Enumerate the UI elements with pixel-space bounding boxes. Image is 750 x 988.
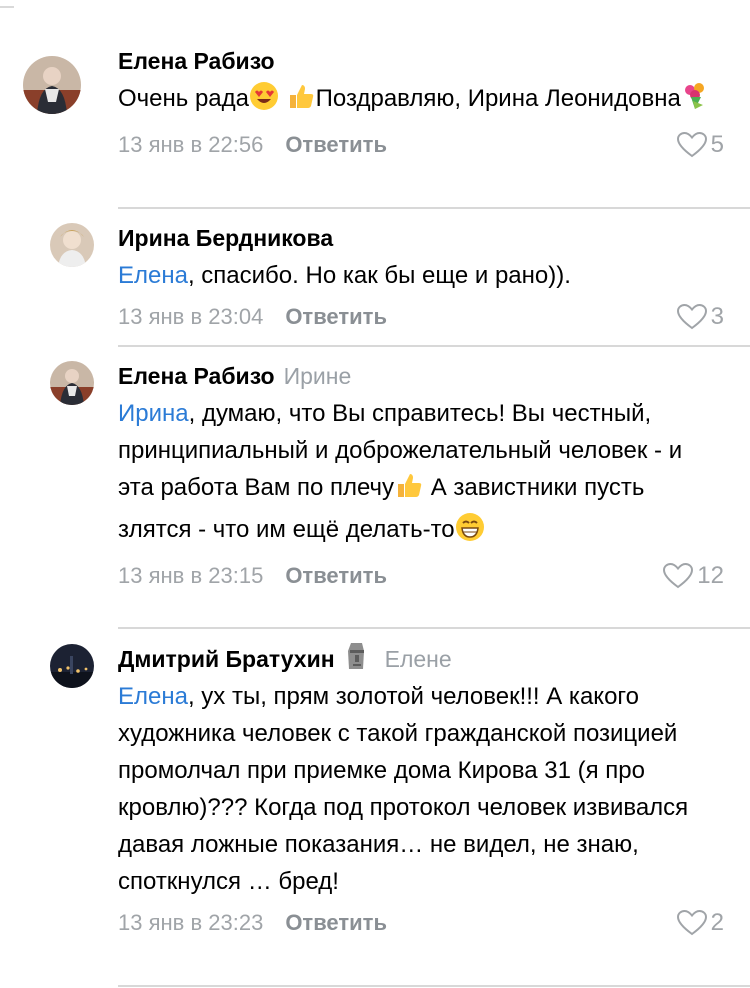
- comment-text: Ирина, думаю, что Вы справитесь! Вы чест…: [118, 395, 724, 553]
- reply-button[interactable]: Ответить: [285, 910, 387, 935]
- comment-divider: [118, 207, 750, 209]
- like-count: 3: [710, 303, 724, 330]
- grinning-face-icon: [455, 512, 485, 553]
- comment-divider: [118, 345, 750, 347]
- comment-meta: 13 янв в 23:15 Ответить 12: [118, 561, 724, 591]
- heart-icon: [676, 304, 707, 330]
- reply-button[interactable]: Ответить: [285, 563, 387, 588]
- mention-link[interactable]: Ирина: [118, 400, 189, 427]
- comment-text: Елена, спасибо. Но как бы еще и рано)).: [118, 262, 571, 289]
- comment-divider: [118, 985, 750, 987]
- like-count: 2: [710, 909, 724, 936]
- reply-to-label[interactable]: Елене: [385, 644, 452, 674]
- top-divider-stub: [0, 0, 14, 8]
- heart-icon: [676, 910, 707, 936]
- thumbs-up-icon: [394, 470, 424, 511]
- comment-author[interactable]: Ирина Бердникова: [118, 223, 724, 253]
- reply-button[interactable]: Ответить: [285, 304, 387, 329]
- like-button[interactable]: 3: [676, 302, 724, 332]
- comment-author[interactable]: Елена Рабизо Ирине: [118, 361, 724, 391]
- avatar[interactable]: [23, 56, 81, 114]
- comment-divider: [118, 627, 750, 629]
- mention-link[interactable]: Елена: [118, 262, 188, 289]
- mention-link[interactable]: Елена: [118, 683, 188, 710]
- like-button[interactable]: 12: [663, 561, 724, 591]
- reply-to-label[interactable]: Ирине: [284, 361, 352, 391]
- heart-icon: [676, 132, 707, 158]
- thumbs-up-icon: [286, 81, 316, 122]
- comment-meta: 13 янв в 23:23 Ответить 2: [118, 908, 724, 938]
- heart-eyes-face-icon: [249, 81, 279, 122]
- avatar[interactable]: [50, 644, 94, 688]
- reply-button[interactable]: Ответить: [285, 132, 387, 157]
- like-button[interactable]: 2: [676, 908, 724, 938]
- bouquet-icon: [681, 81, 711, 122]
- comment-author[interactable]: Елена Рабизо: [118, 46, 724, 76]
- comment-text: Елена, ух ты, прям золотой человек!!! А …: [118, 683, 689, 895]
- heart-icon: [663, 563, 694, 589]
- comment-time[interactable]: 13 янв в 23:04: [118, 304, 263, 329]
- comment-meta: 13 янв в 23:04 Ответить 3: [118, 302, 724, 332]
- comment-text: Очень рада Поздравляю, Ирина Леонидовна: [118, 80, 724, 122]
- comment-meta: 13 янв в 22:56 Ответить 5: [118, 130, 724, 160]
- comment-time[interactable]: 13 янв в 22:56: [118, 132, 263, 157]
- like-count: 12: [697, 562, 724, 589]
- avatar[interactable]: [50, 361, 94, 405]
- avatar[interactable]: [50, 223, 94, 267]
- like-count: 5: [710, 131, 724, 158]
- comment-time[interactable]: 13 янв в 23:23: [118, 910, 263, 935]
- like-button[interactable]: 5: [676, 130, 724, 160]
- comment-author[interactable]: Дмитрий Братухин Елене: [118, 642, 724, 674]
- moai-icon: [347, 641, 367, 678]
- comment-time[interactable]: 13 янв в 23:15: [118, 563, 263, 588]
